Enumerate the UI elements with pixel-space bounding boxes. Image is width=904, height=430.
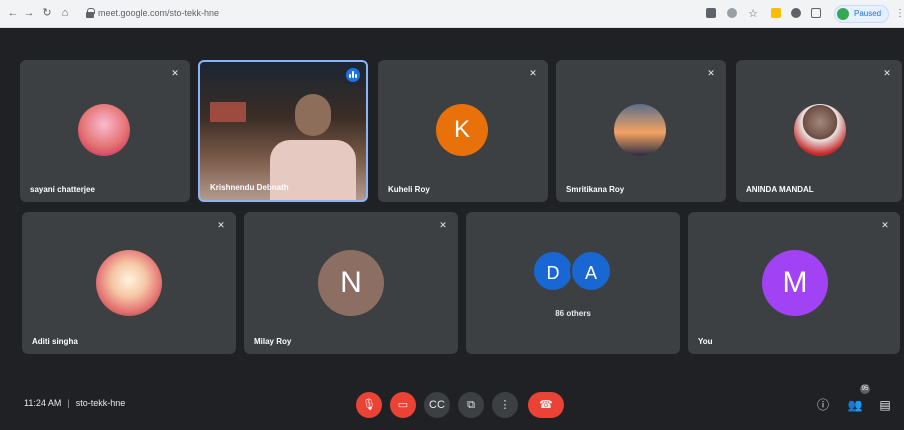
mic-off-icon: ✕ <box>171 68 179 78</box>
participant-name: ANINDA MANDAL <box>746 185 814 194</box>
captions-icon[interactable]: CC <box>424 392 450 418</box>
participant-tile[interactable]: ✕ N Milay Roy <box>244 212 458 354</box>
avatar-initial: D <box>532 250 574 292</box>
share-icon[interactable] <box>727 8 737 18</box>
mic-off-icon: ✕ <box>217 220 225 230</box>
extension-icon[interactable] <box>771 8 781 18</box>
avatar-initial: A <box>570 250 612 292</box>
others-count: 86 others <box>555 309 591 318</box>
avatar-initial: M <box>762 250 828 316</box>
cam-off-icon[interactable]: ▭ <box>390 392 416 418</box>
present-icon[interactable]: ⧉ <box>458 392 484 418</box>
self-tile[interactable]: ✕ M You <box>688 212 900 354</box>
participant-name: You <box>698 337 713 346</box>
participant-name: sayani chatterjee <box>30 185 95 194</box>
participant-tile[interactable]: ✕ Aditi singha <box>22 212 236 354</box>
mic-off-icon: ✕ <box>529 68 537 78</box>
participant-name: Milay Roy <box>254 337 292 346</box>
mic-off-icon: ✕ <box>707 68 715 78</box>
participant-name: Kuheli Roy <box>388 185 430 194</box>
others-tile[interactable]: D A 86 others <box>466 212 680 354</box>
chat-icon[interactable]: ▤ <box>876 396 894 414</box>
participant-tile[interactable]: ✕ K Kuheli Roy <box>378 60 548 202</box>
participant-name: Smritikana Roy <box>566 185 625 194</box>
participant-tile[interactable]: ✕ Smritikana Roy <box>556 60 726 202</box>
browser-menu-icon[interactable]: ⋮ <box>895 7 904 21</box>
profile-avatar <box>837 8 849 20</box>
participant-name: Krishnendu Debnath <box>210 183 289 192</box>
more-options-icon[interactable]: ⋮ <box>492 392 518 418</box>
forward-icon[interactable]: → <box>22 6 36 20</box>
meeting-controls-bar: 11:24 AM | sto-tekk-hne 🎙 ▭ CC ⧉ ⋮ ☎ ⓘ 👥 9… <box>0 380 904 430</box>
mic-off-icon: ✕ <box>881 220 889 230</box>
video-frame <box>200 62 366 200</box>
participant-tile[interactable]: ✕ sayani chatterjee <box>20 60 190 202</box>
mic-off-icon: ✕ <box>439 220 447 230</box>
participants-badge: 95 <box>860 384 870 394</box>
meeting-code: sto-tekk-hne <box>75 398 126 408</box>
participant-video-tile[interactable]: Krishnendu Debnath <box>198 60 368 202</box>
avatar-initial: N <box>318 250 384 316</box>
profile-paused-button[interactable]: Paused <box>834 5 889 23</box>
people-icon[interactable]: 👥 <box>846 396 864 414</box>
home-icon[interactable]: ⌂ <box>58 6 72 20</box>
back-icon[interactable]: ← <box>6 6 20 20</box>
meeting-info: 11:24 AM | sto-tekk-hne <box>24 398 126 408</box>
mic-off-icon: ✕ <box>883 68 891 78</box>
avatar <box>614 104 666 156</box>
leave-call-icon[interactable]: ☎ <box>528 392 564 418</box>
avatar <box>794 104 846 156</box>
lock-icon <box>86 8 95 18</box>
participant-name: Aditi singha <box>32 337 78 346</box>
avatar <box>96 250 162 316</box>
extension-icon[interactable] <box>706 8 716 18</box>
avatar-initial: K <box>436 104 488 156</box>
sidepanel-icon[interactable] <box>811 8 821 18</box>
mic-off-icon[interactable]: 🎙 <box>356 392 382 418</box>
browser-toolbar: ← → ↻ ⌂ meet.google.com/sto-tekk-hne ☆ P… <box>0 0 904 28</box>
participant-tile[interactable]: ✕ ANINDA MANDAL <box>736 60 902 202</box>
address-bar[interactable]: meet.google.com/sto-tekk-hne <box>78 5 683 23</box>
avatar <box>78 104 130 156</box>
speaking-indicator-icon <box>346 68 360 82</box>
star-icon[interactable]: ☆ <box>746 7 760 21</box>
puzzle-icon[interactable] <box>791 8 801 18</box>
paused-label: Paused <box>854 9 882 18</box>
reload-icon[interactable]: ↻ <box>40 6 54 20</box>
url-text: meet.google.com/sto-tekk-hne <box>98 8 220 18</box>
clock-time: 11:24 AM <box>24 398 62 408</box>
info-icon[interactable]: ⓘ <box>814 396 832 414</box>
